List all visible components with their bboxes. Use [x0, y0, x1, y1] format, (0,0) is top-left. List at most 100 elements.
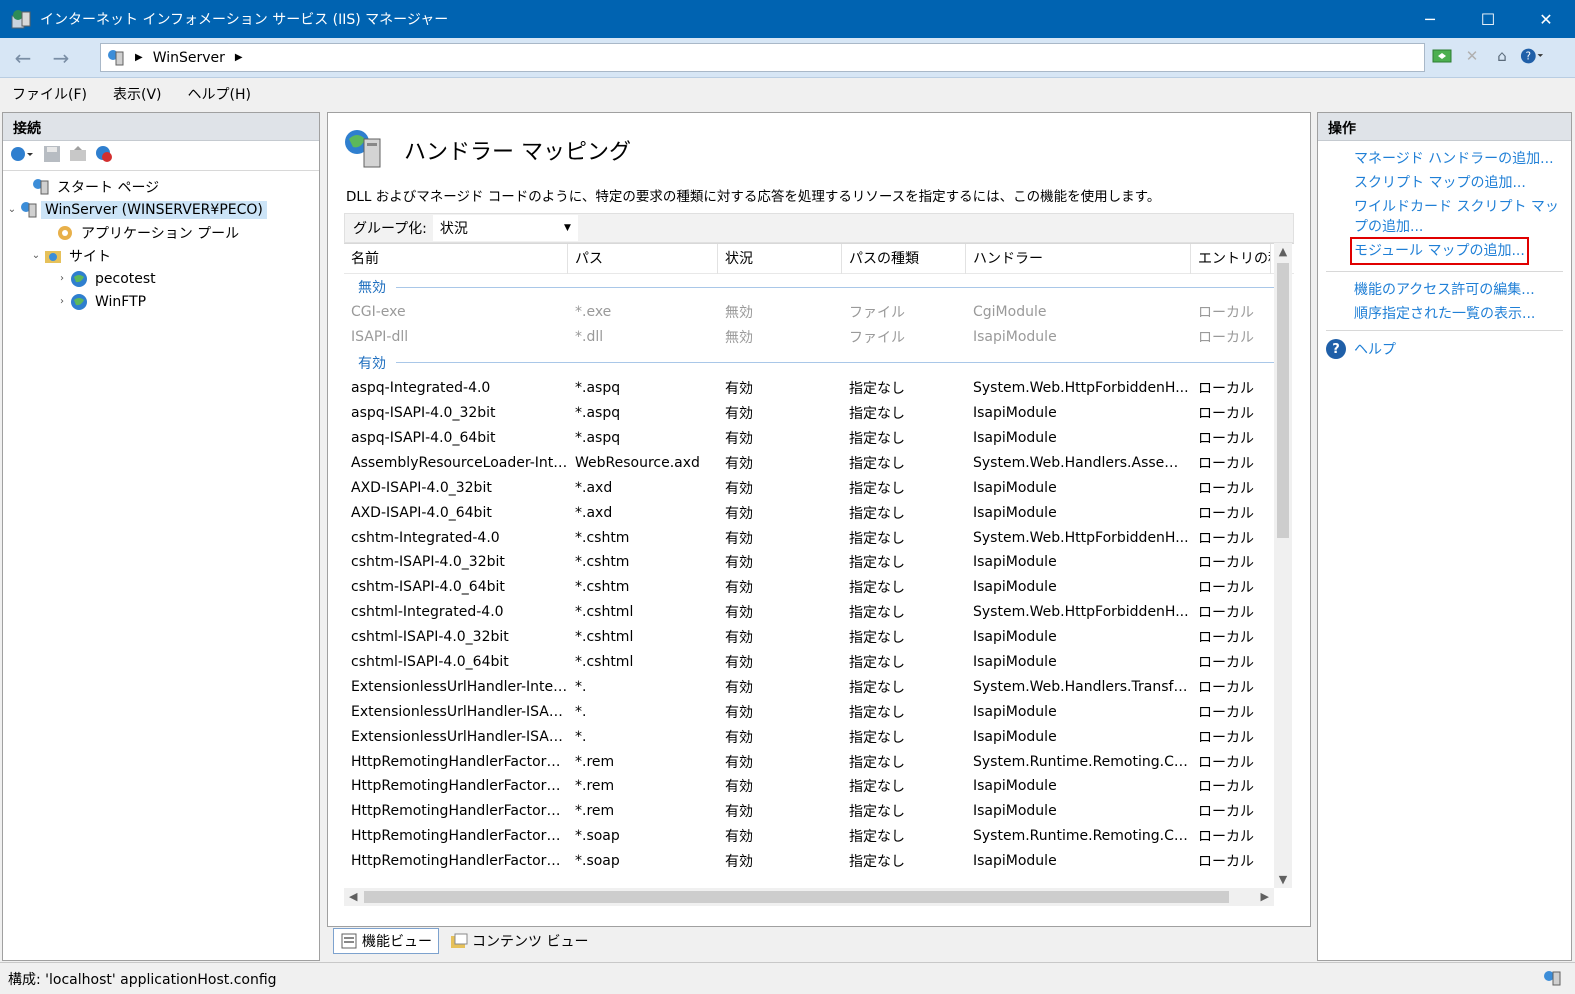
collapse-chevron-icon[interactable]: ⌄	[29, 250, 43, 261]
cell-name: AXD-ISAPI-4.0_64bit	[351, 504, 492, 521]
cell-entry-type: ローカル	[1198, 754, 1254, 771]
tree-item-winserver[interactable]: ⌄ WinServer (WINSERVER¥PECO)	[3, 198, 319, 221]
scroll-right-icon[interactable]: ▶	[1261, 888, 1269, 906]
menu-view[interactable]: 表示(V)	[113, 84, 162, 104]
group-by-select[interactable]: 状況 ▼	[432, 215, 578, 241]
handler-mappings-list[interactable]: 名前 パス 状況 パスの種類 ハンドラー エントリの種類 無効 CGI-exe *…	[344, 243, 1294, 908]
breadcrumb[interactable]: ▶ WinServer ▶	[100, 43, 1425, 72]
menu-file[interactable]: ファイル(F)	[12, 84, 87, 104]
table-row[interactable]: cshtm-Integrated-4.0 *.cshtm 有効 指定なし System.…	[344, 525, 1294, 550]
cell-state: 有効	[725, 729, 753, 746]
action-add-managed-handler[interactable]: マネージド ハンドラーの追加...	[1354, 149, 1559, 169]
cell-path-type: 指定なし	[849, 655, 905, 672]
table-row[interactable]: cshtml-ISAPI-4.0_64bit *.cshtml 有効 指定なし Isap…	[344, 650, 1294, 675]
table-row[interactable]: AssemblyResourceLoader-Inte... WebResourc…	[344, 450, 1294, 475]
stop-icon[interactable]: ✕	[1460, 44, 1484, 68]
refresh-icon[interactable]	[1430, 44, 1454, 68]
forward-arrow-icon[interactable]: →	[46, 44, 76, 72]
minimize-button[interactable]: ─	[1401, 0, 1459, 38]
maximize-button[interactable]: ☐	[1459, 0, 1517, 38]
table-row[interactable]: ExtensionlessUrlHandler-ISAPI... *. 有効 指定なし…	[344, 699, 1294, 724]
table-row[interactable]: ISAPI-dll *.dll 無効 ファイル IsapiModule ローカル	[344, 325, 1294, 350]
cell-name: ExtensionlessUrlHandler-ISAPI...	[351, 703, 568, 720]
table-row[interactable]: HttpRemotingHandlerFactory-... *.soap 有効 指定…	[344, 824, 1294, 849]
scroll-up-icon[interactable]: ▲	[1274, 245, 1292, 258]
connect-icon[interactable]	[9, 145, 35, 167]
cell-entry-type: ローカル	[1198, 704, 1254, 721]
breadcrumb-separator-icon[interactable]: ▶	[235, 52, 243, 63]
expand-chevron-icon[interactable]: ›	[55, 273, 69, 284]
table-row[interactable]: HttpRemotingHandlerFactory-... *.rem 有効 指定な…	[344, 799, 1294, 824]
horizontal-scrollbar[interactable]: ◀ ▶	[344, 888, 1274, 906]
table-row[interactable]: AXD-ISAPI-4.0_32bit *.axd 有効 指定なし IsapiModul…	[344, 475, 1294, 500]
tab-content-view[interactable]: コンテンツ ビュー	[443, 928, 595, 954]
disconnect-icon[interactable]	[95, 145, 113, 167]
table-row[interactable]: ExtensionlessUrlHandler-ISAPI... *. 有効 指定なし…	[344, 724, 1294, 749]
cell-state: 有効	[725, 630, 753, 647]
column-header-path[interactable]: パス	[568, 244, 718, 274]
column-header-entry-type[interactable]: エントリの種類	[1191, 244, 1271, 274]
content-view-icon	[450, 932, 468, 950]
table-row[interactable]: CGI-exe *.exe 無効 ファイル CgiModule ローカル	[344, 300, 1294, 325]
tree-item-pecotest[interactable]: › pecotest	[3, 267, 319, 290]
cell-path: *.cshtm	[575, 529, 630, 546]
vertical-scrollbar[interactable]: ▲ ▼	[1274, 243, 1292, 888]
group-label-enabled[interactable]: 有効	[344, 350, 1294, 376]
help-dropdown-icon[interactable]: ?	[1520, 44, 1544, 68]
table-row[interactable]: cshtml-ISAPI-4.0_32bit *.cshtml 有効 指定なし Isap…	[344, 625, 1294, 650]
column-header-handler[interactable]: ハンドラー	[966, 244, 1191, 274]
action-add-wildcard-script-map[interactable]: ワイルドカード スクリプト マップの追加...	[1354, 197, 1559, 237]
cell-path-type: 指定なし	[849, 829, 905, 846]
expand-chevron-icon[interactable]: ›	[55, 296, 69, 307]
cell-state: 有効	[725, 555, 753, 572]
tree-item-app-pools[interactable]: アプリケーション プール	[3, 221, 319, 244]
collapse-chevron-icon[interactable]: ⌄	[5, 204, 19, 215]
back-arrow-icon[interactable]: ←	[8, 44, 38, 72]
table-row[interactable]: HttpRemotingHandlerFactory-... *.rem 有効 指定な…	[344, 749, 1294, 774]
tab-features-view[interactable]: 機能ビュー	[333, 928, 439, 954]
scroll-down-icon[interactable]: ▼	[1274, 873, 1292, 886]
group-by-label: グループ化:	[353, 221, 427, 237]
column-header-name[interactable]: 名前	[344, 244, 568, 274]
action-add-script-map[interactable]: スクリプト マップの追加...	[1354, 173, 1559, 193]
table-row[interactable]: cshtm-ISAPI-4.0_32bit *.cshtm 有効 指定なし IsapiM…	[344, 550, 1294, 575]
action-edit-feature-permissions[interactable]: 機能のアクセス許可の編集...	[1354, 280, 1559, 300]
start-page-icon	[31, 178, 51, 196]
table-row[interactable]: ExtensionlessUrlHandler-Integ... *. 有効 指定なし…	[344, 674, 1294, 699]
cell-state: 無効	[725, 305, 753, 322]
cell-handler: IsapiModule	[973, 703, 1057, 720]
table-row[interactable]: aspq-ISAPI-4.0_64bit *.aspq 有効 指定なし IsapiMod…	[344, 426, 1294, 451]
table-row[interactable]: HttpRemotingHandlerFactory-... *.rem 有効 指定な…	[344, 774, 1294, 799]
vertical-scroll-thumb[interactable]	[1277, 263, 1289, 538]
cell-state: 有効	[725, 381, 753, 398]
action-help[interactable]: ? ヘルプ	[1326, 339, 1571, 359]
home-icon[interactable]: ⌂	[1490, 44, 1514, 68]
up-level-icon[interactable]	[69, 145, 87, 167]
table-row[interactable]: HttpRemotingHandlerFactory-... *.soap 有効 指定…	[344, 849, 1294, 874]
menu-help[interactable]: ヘルプ(H)	[188, 84, 251, 104]
cell-entry-type: ローカル	[1198, 305, 1254, 322]
tree-item-start-page[interactable]: スタート ページ	[3, 175, 319, 198]
action-view-ordered-list[interactable]: 順序指定された一覧の表示...	[1354, 304, 1559, 324]
cell-path: *.rem	[575, 778, 615, 795]
table-row[interactable]: aspq-ISAPI-4.0_32bit *.aspq 有効 指定なし IsapiMod…	[344, 401, 1294, 426]
table-row[interactable]: cshtm-ISAPI-4.0_64bit *.cshtm 有効 指定なし IsapiM…	[344, 575, 1294, 600]
column-header-path-type[interactable]: パスの種類	[842, 244, 966, 274]
help-icon: ?	[1326, 339, 1346, 359]
group-label-disabled[interactable]: 無効	[344, 274, 1294, 300]
column-header-state[interactable]: 状況	[718, 244, 842, 274]
tree-item-sites[interactable]: ⌄ サイト	[3, 244, 319, 267]
table-row[interactable]: cshtml-Integrated-4.0 *.cshtml 有効 指定なし Syste…	[344, 600, 1294, 625]
breadcrumb-item-winserver[interactable]: WinServer	[153, 50, 225, 66]
table-row[interactable]: aspq-Integrated-4.0 *.aspq 有効 指定なし System.We…	[344, 376, 1294, 401]
table-row[interactable]: AXD-ISAPI-4.0_64bit *.axd 有効 指定なし IsapiModul…	[344, 500, 1294, 525]
cell-entry-type: ローカル	[1198, 381, 1254, 398]
cell-handler: IsapiModule	[973, 654, 1057, 671]
horizontal-scroll-thumb[interactable]	[364, 891, 1229, 903]
scroll-left-icon[interactable]: ◀	[349, 888, 357, 906]
save-icon[interactable]	[43, 145, 61, 167]
close-button[interactable]: ✕	[1517, 0, 1575, 38]
server-status-icon	[1543, 969, 1563, 991]
tree-item-winftp[interactable]: › WinFTP	[3, 290, 319, 313]
action-add-module-mapping[interactable]: モジュール マップの追加...	[1350, 237, 1529, 265]
